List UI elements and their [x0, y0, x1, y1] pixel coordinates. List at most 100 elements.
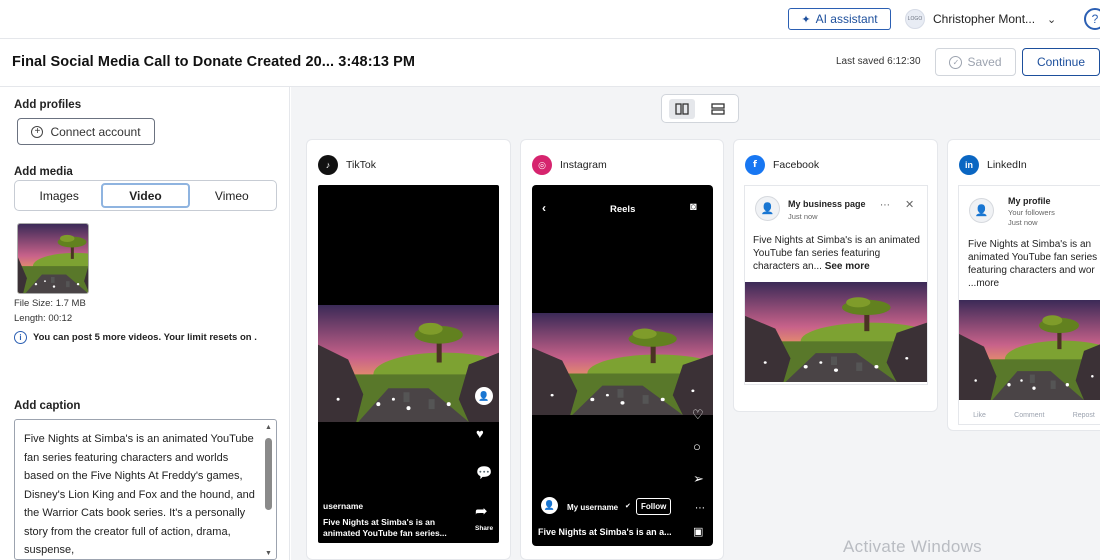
- continue-button[interactable]: Continue: [1022, 48, 1100, 76]
- facebook-icon: f: [745, 155, 765, 175]
- user-name: Christopher Mont...: [933, 12, 1036, 26]
- rows-view-button[interactable]: [705, 99, 731, 119]
- preview-area: ♪ TikTok 👤 ♥ 💬 ➦ Share username Five Nig…: [291, 87, 1100, 560]
- instagram-header: ◎ Instagram: [532, 155, 607, 175]
- repost-action[interactable]: Repost: [1073, 412, 1095, 419]
- top-bar: ✦ AI assistant LOGO Christopher Mont... …: [0, 0, 1100, 39]
- user-menu[interactable]: LOGO Christopher Mont... ⌄: [905, 8, 1056, 30]
- heart-outline-icon[interactable]: ♡: [692, 407, 704, 423]
- info-icon: i: [14, 331, 27, 344]
- editor-header: Final Social Media Call to Donate Create…: [0, 39, 1100, 87]
- connect-account-label: Connect account: [50, 124, 141, 139]
- reels-label: Reels: [610, 204, 636, 215]
- scroll-down-icon[interactable]: ▼: [265, 550, 272, 557]
- facebook-page-name: My business page: [788, 199, 866, 209]
- view-toggle: [661, 94, 739, 123]
- tiktok-video-frame: [318, 305, 499, 422]
- media-type-tabs: Images Video Vimeo: [14, 180, 277, 211]
- comment-icon[interactable]: ○: [693, 439, 701, 454]
- heart-icon[interactable]: ♥: [476, 426, 484, 441]
- columns-view-button[interactable]: [669, 98, 695, 119]
- instagram-phone-preview: ‹ Reels ◙ ♡ ○ ➢ ⋯ ▣ 👤 My username ✔ Foll…: [532, 185, 713, 546]
- rows-icon: [711, 102, 725, 115]
- linkedin-audience: Your followers: [1008, 208, 1055, 217]
- saved-label: Saved: [967, 55, 1002, 69]
- facebook-post-preview: 👤 My business page Just now ⋯ ✕ Five Nig…: [744, 185, 928, 385]
- tab-vimeo[interactable]: Vimeo: [190, 183, 274, 208]
- tab-images[interactable]: Images: [17, 183, 101, 208]
- tiktok-caption: Five Nights at Simba's is an animated Yo…: [323, 517, 447, 538]
- facebook-post-text: Five Nights at Simba's is an animated Yo…: [753, 234, 923, 273]
- saved-button: ✓ Saved: [935, 48, 1016, 76]
- instagram-avatar: 👤: [541, 497, 558, 514]
- tab-video[interactable]: Video: [101, 183, 190, 208]
- linkedin-header: in LinkedIn: [959, 155, 1027, 175]
- linkedin-network-name: LinkedIn: [987, 159, 1027, 171]
- caption-textarea[interactable]: Five Nights at Simba's is an animated Yo…: [14, 419, 277, 560]
- upload-limit-notice: i You can post 5 more videos. Your limit…: [14, 331, 257, 344]
- camera-icon[interactable]: ◙: [690, 202, 697, 213]
- linkedin-post-time: Just now: [1008, 218, 1038, 227]
- page-title: Final Social Media Call to Donate Create…: [12, 54, 416, 70]
- share-label: Share: [475, 525, 494, 532]
- facebook-header: f Facebook: [745, 155, 819, 175]
- instagram-username: My username: [567, 503, 619, 512]
- linkedin-post-preview: 👤 My profile Your followers Just now Fiv…: [958, 185, 1100, 425]
- tiktok-network-name: TikTok: [346, 159, 376, 171]
- scroll-up-icon[interactable]: ▲: [265, 424, 272, 431]
- back-icon[interactable]: ‹: [542, 202, 546, 214]
- video-length: Length: 00:12: [14, 313, 73, 324]
- more-icon[interactable]: ⋯: [695, 503, 705, 514]
- tiktok-header: ♪ TikTok: [318, 155, 376, 175]
- profile-icon[interactable]: 👤: [475, 387, 493, 405]
- caption-scrollbar[interactable]: ▲ ▼: [264, 424, 274, 557]
- ai-assistant-button[interactable]: ✦ AI assistant: [788, 8, 891, 30]
- tiktok-icon: ♪: [318, 155, 338, 175]
- send-icon[interactable]: ➢: [693, 471, 704, 487]
- audio-icon[interactable]: ▣: [693, 525, 703, 538]
- verified-icon: ✔: [625, 503, 631, 510]
- plus-circle-icon: +: [31, 125, 44, 138]
- upload-limit-text: You can post 5 more videos. Your limit r…: [33, 332, 257, 343]
- composer-panel: Add profiles + Connect account Add media…: [0, 87, 290, 560]
- profile-avatar: 👤: [969, 198, 994, 223]
- sparkle-icon: ✦: [801, 13, 811, 26]
- linkedin-icon: in: [959, 155, 979, 175]
- see-more-link[interactable]: See more: [825, 261, 870, 272]
- tiktok-preview-card: ♪ TikTok 👤 ♥ 💬 ➦ Share username Five Nig…: [306, 139, 511, 560]
- linkedin-text-body: Five Nights at Simba's is an animated Yo…: [968, 239, 1098, 276]
- help-icon[interactable]: ?: [1084, 8, 1100, 30]
- instagram-caption: Five Nights at Simba's is an a...: [538, 527, 672, 537]
- linkedin-more-link[interactable]: ...more: [968, 278, 999, 289]
- close-icon[interactable]: ✕: [905, 198, 914, 211]
- linkedin-post-image: [959, 300, 1100, 400]
- comment-action[interactable]: Comment: [1014, 412, 1044, 419]
- facebook-post-time: Just now: [788, 212, 818, 221]
- check-icon: ✓: [949, 55, 963, 69]
- linkedin-profile-name: My profile: [1008, 196, 1051, 206]
- share-icon[interactable]: ➦: [475, 502, 488, 520]
- windows-activation-watermark: Activate Windows: [843, 537, 982, 556]
- linkedin-post-text: Five Nights at Simba's is an animated Yo…: [968, 238, 1100, 290]
- instagram-network-name: Instagram: [560, 159, 607, 171]
- tiktok-username: username: [323, 501, 364, 511]
- page-avatar: 👤: [755, 196, 780, 221]
- video-thumbnail[interactable]: [17, 223, 89, 294]
- facebook-post-image: [745, 282, 927, 382]
- instagram-video-frame: [532, 313, 713, 415]
- connect-account-button[interactable]: + Connect account: [17, 118, 155, 145]
- caption-text: Five Nights at Simba's is an animated Yo…: [24, 433, 255, 556]
- follow-button[interactable]: Follow: [636, 498, 672, 515]
- instagram-preview-card: ◎ Instagram ‹ Reels ◙ ♡ ○ ➢ ⋯ ▣ 👤 My use…: [520, 139, 724, 560]
- chevron-down-icon: ⌄: [1047, 13, 1057, 26]
- ai-assistant-label: AI assistant: [815, 12, 878, 26]
- add-profiles-label: Add profiles: [14, 99, 82, 111]
- facebook-preview-card: f Facebook 👤 My business page Just now ⋯…: [733, 139, 938, 412]
- like-action[interactable]: Like: [973, 412, 986, 419]
- scroll-thumb[interactable]: [265, 438, 272, 510]
- more-options-icon[interactable]: ⋯: [880, 200, 890, 211]
- instagram-icon: ◎: [532, 155, 552, 175]
- tiktok-phone-preview: 👤 ♥ 💬 ➦ Share username Five Nights at Si…: [318, 185, 499, 543]
- comment-icon[interactable]: 💬: [476, 465, 492, 481]
- linkedin-actions: Like Comment Repost: [959, 408, 1100, 422]
